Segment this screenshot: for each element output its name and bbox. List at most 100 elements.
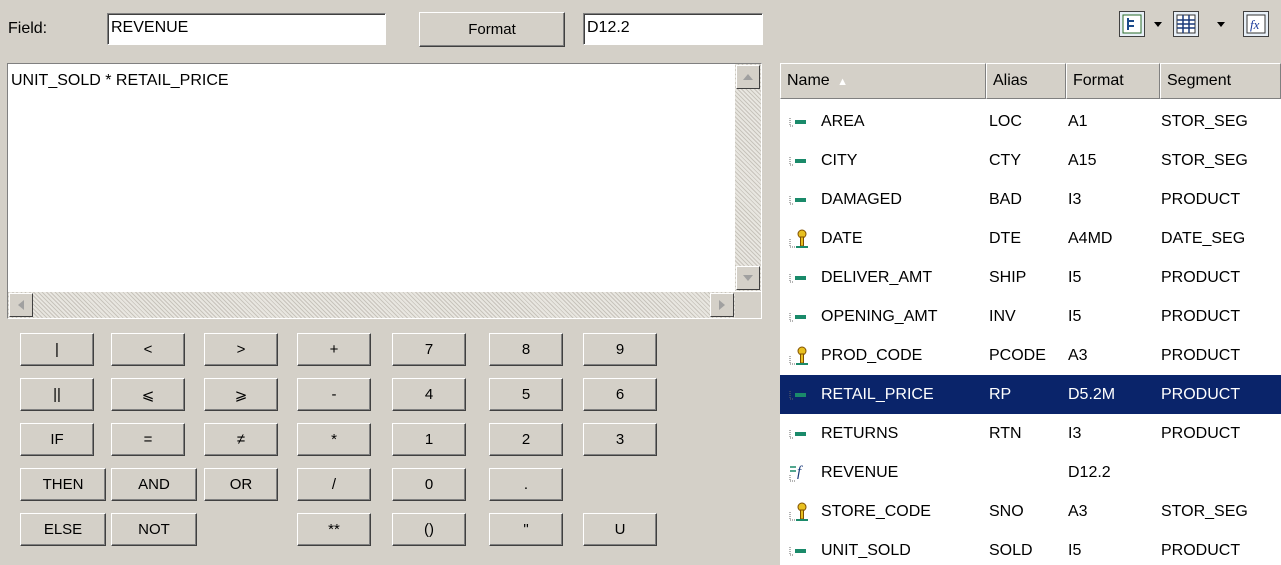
cell-name: DELIVER_AMT bbox=[821, 269, 933, 286]
cell-alias: CTY bbox=[989, 152, 1021, 169]
list-row[interactable]: RETAIL_PRICE RP D5.2M PRODUCT bbox=[780, 375, 1281, 414]
field-icon bbox=[788, 151, 810, 171]
cell-format: I3 bbox=[1068, 425, 1082, 442]
equals-button[interactable]: = bbox=[111, 423, 185, 456]
digit-0-button[interactable]: 0 bbox=[392, 468, 466, 501]
parentheses-button[interactable]: () bbox=[392, 513, 466, 546]
greater-than-button[interactable]: > bbox=[204, 333, 278, 366]
scroll-right-button[interactable] bbox=[710, 293, 734, 317]
key-icon bbox=[788, 346, 810, 366]
decimal-button[interactable]: . bbox=[489, 468, 563, 501]
horizontal-scrollbar[interactable] bbox=[8, 292, 735, 318]
list-row[interactable]: DAMAGED BAD I3 PRODUCT bbox=[780, 180, 1281, 219]
format-input[interactable]: D12.2 bbox=[583, 13, 763, 45]
column-view-dropdown-icon[interactable] bbox=[1217, 22, 1225, 27]
key-icon bbox=[788, 502, 810, 522]
cell-format: A15 bbox=[1068, 152, 1097, 169]
not-equal-button[interactable]: ≠ bbox=[204, 423, 278, 456]
quote-button[interactable]: " bbox=[489, 513, 563, 546]
multiply-button[interactable]: * bbox=[297, 423, 371, 456]
scroll-down-button[interactable] bbox=[736, 266, 760, 290]
digit-9-button[interactable]: 9 bbox=[583, 333, 657, 366]
cell-alias: PCODE bbox=[989, 347, 1046, 364]
field-label: Field: bbox=[8, 20, 48, 37]
less-equal-button[interactable]: ⩽ bbox=[111, 378, 185, 411]
else-button[interactable]: ELSE bbox=[20, 513, 106, 546]
column-header-segment[interactable]: Segment bbox=[1160, 63, 1281, 99]
digit-3-button[interactable]: 3 bbox=[583, 423, 657, 456]
cell-alias: SOLD bbox=[989, 542, 1033, 559]
cell-format: D5.2M bbox=[1068, 386, 1116, 403]
digit-4-button[interactable]: 4 bbox=[392, 378, 466, 411]
cell-alias: DTE bbox=[989, 230, 1021, 247]
cell-segment: PRODUCT bbox=[1161, 542, 1241, 559]
field-name-input[interactable]: REVENUE bbox=[107, 13, 386, 45]
computed-icon: f bbox=[788, 463, 810, 483]
list-row[interactable]: PROD_CODE PCODE A3 PRODUCT bbox=[780, 336, 1281, 375]
list-row[interactable]: UNIT_SOLD SOLD I5 PRODUCT bbox=[780, 531, 1281, 565]
cell-alias: SHIP bbox=[989, 269, 1027, 286]
field-icon bbox=[788, 385, 810, 405]
digit-7-button[interactable]: 7 bbox=[392, 333, 466, 366]
list-row[interactable]: DELIVER_AMT SHIP I5 PRODUCT bbox=[780, 258, 1281, 297]
scroll-up-button[interactable] bbox=[736, 65, 760, 89]
if-button[interactable]: IF bbox=[20, 423, 94, 456]
scroll-left-button[interactable] bbox=[9, 293, 33, 317]
tree-view-icon[interactable] bbox=[1119, 11, 1145, 37]
field-list[interactable]: Name ▲ Alias Format Segment AREA LOC A1 STO… bbox=[780, 63, 1281, 565]
cell-segment: STOR_SEG bbox=[1161, 152, 1248, 169]
list-row[interactable]: f REVENUE D12.2 bbox=[780, 453, 1281, 492]
or-button[interactable]: OR bbox=[204, 468, 278, 501]
list-row[interactable]: AREA LOC A1 STOR_SEG bbox=[780, 102, 1281, 141]
not-button[interactable]: NOT bbox=[111, 513, 197, 546]
expression-editor[interactable]: UNIT_SOLD * RETAIL_PRICE bbox=[7, 63, 762, 319]
digit-1-button[interactable]: 1 bbox=[392, 423, 466, 456]
cell-format: I3 bbox=[1068, 191, 1082, 208]
divide-button[interactable]: / bbox=[297, 468, 371, 501]
column-view-icon[interactable] bbox=[1173, 11, 1199, 37]
cell-format: A3 bbox=[1068, 503, 1088, 520]
column-header-format[interactable]: Format bbox=[1066, 63, 1160, 99]
field-icon bbox=[788, 112, 810, 132]
digit-6-button[interactable]: 6 bbox=[583, 378, 657, 411]
list-row[interactable]: STORE_CODE SNO A3 STOR_SEG bbox=[780, 492, 1281, 531]
cell-alias: RTN bbox=[989, 425, 1022, 442]
digit-8-button[interactable]: 8 bbox=[489, 333, 563, 366]
cell-name: STORE_CODE bbox=[821, 503, 931, 520]
vertical-scrollbar[interactable] bbox=[735, 64, 761, 291]
cell-alias: SNO bbox=[989, 503, 1024, 520]
tree-view-dropdown-icon[interactable] bbox=[1154, 22, 1162, 27]
digit-2-button[interactable]: 2 bbox=[489, 423, 563, 456]
field-icon bbox=[788, 307, 810, 327]
and-button[interactable]: AND bbox=[111, 468, 197, 501]
cell-segment: PRODUCT bbox=[1161, 308, 1241, 325]
cell-name: RETAIL_PRICE bbox=[821, 386, 934, 403]
or-bar-button[interactable]: | bbox=[20, 333, 94, 366]
digit-5-button[interactable]: 5 bbox=[489, 378, 563, 411]
list-row[interactable]: OPENING_AMT INV I5 PRODUCT bbox=[780, 297, 1281, 336]
format-button[interactable]: Format bbox=[419, 12, 565, 47]
cell-segment: PRODUCT bbox=[1161, 191, 1241, 208]
minus-button[interactable]: - bbox=[297, 378, 371, 411]
list-row[interactable]: DATE DTE A4MD DATE_SEG bbox=[780, 219, 1281, 258]
column-header-name[interactable]: Name ▲ bbox=[780, 63, 986, 99]
cell-format: D12.2 bbox=[1068, 464, 1111, 481]
function-icon[interactable]: fx bbox=[1243, 11, 1269, 37]
arrow-left-icon bbox=[18, 300, 24, 310]
less-than-button[interactable]: < bbox=[111, 333, 185, 366]
greater-equal-button[interactable]: ⩾ bbox=[204, 378, 278, 411]
key-icon bbox=[788, 229, 810, 249]
cell-name: AREA bbox=[821, 113, 865, 130]
cell-name: CITY bbox=[821, 152, 858, 169]
u-button[interactable]: U bbox=[583, 513, 657, 546]
cell-name: DAMAGED bbox=[821, 191, 902, 208]
concat-button[interactable]: || bbox=[20, 378, 94, 411]
column-header-alias[interactable]: Alias bbox=[986, 63, 1066, 99]
plus-button[interactable]: + bbox=[297, 333, 371, 366]
list-row[interactable]: CITY CTY A15 STOR_SEG bbox=[780, 141, 1281, 180]
list-row[interactable]: RETURNS RTN I3 PRODUCT bbox=[780, 414, 1281, 453]
cell-alias: INV bbox=[989, 308, 1016, 325]
then-button[interactable]: THEN bbox=[20, 468, 106, 501]
expression-text: UNIT_SOLD * RETAIL_PRICE bbox=[11, 72, 229, 89]
power-button[interactable]: ** bbox=[297, 513, 371, 546]
